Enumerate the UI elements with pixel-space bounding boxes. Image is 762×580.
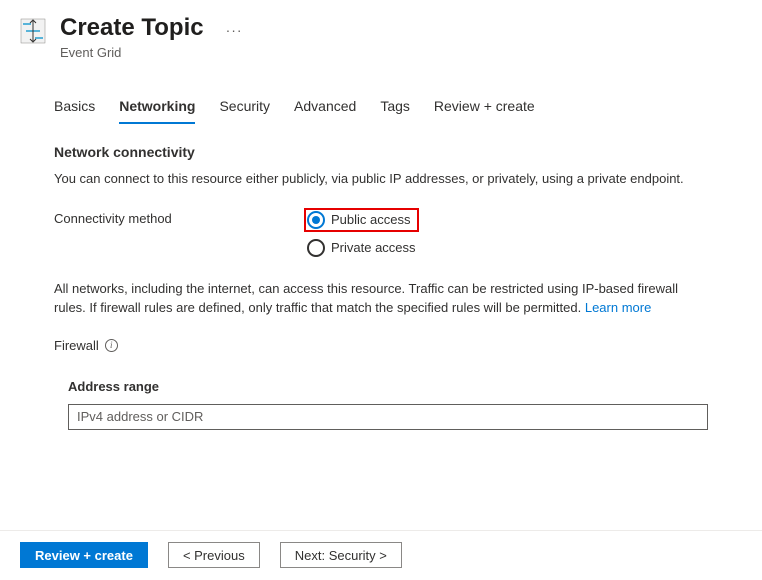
section-title: Network connectivity	[54, 144, 708, 160]
page-title: Create Topic	[60, 14, 204, 43]
tab-networking[interactable]: Networking	[119, 92, 195, 124]
review-create-button[interactable]: Review + create	[20, 542, 148, 568]
radio-private-access[interactable]: Private access	[304, 238, 419, 258]
tab-review[interactable]: Review + create	[434, 92, 535, 124]
connectivity-method-label: Connectivity method	[54, 208, 304, 226]
address-range-label: Address range	[68, 379, 708, 394]
radio-icon	[307, 211, 325, 229]
footer: Review + create < Previous Next: Securit…	[0, 530, 762, 568]
firewall-label: Firewall	[54, 338, 99, 353]
radio-label: Public access	[331, 212, 410, 227]
radio-label: Private access	[331, 240, 416, 255]
help-text: All networks, including the internet, ca…	[54, 280, 708, 318]
event-grid-icon	[20, 18, 46, 44]
next-button[interactable]: Next: Security >	[280, 542, 402, 568]
more-actions-button[interactable]: ···	[226, 22, 243, 38]
page-subtitle: Event Grid	[60, 45, 204, 60]
tab-bar: Basics Networking Security Advanced Tags…	[54, 92, 708, 124]
tab-advanced[interactable]: Advanced	[294, 92, 356, 124]
section-description: You can connect to this resource either …	[54, 170, 708, 188]
address-range-input[interactable]	[68, 404, 708, 430]
previous-button[interactable]: < Previous	[168, 542, 260, 568]
info-icon[interactable]: i	[105, 339, 118, 352]
connectivity-radio-group: Public access Private access	[304, 208, 419, 258]
learn-more-link[interactable]: Learn more	[585, 300, 651, 315]
tab-security[interactable]: Security	[219, 92, 270, 124]
tab-tags[interactable]: Tags	[380, 92, 410, 124]
page-header: Create Topic Event Grid ···	[0, 0, 762, 60]
tab-basics[interactable]: Basics	[54, 92, 95, 124]
radio-icon	[307, 239, 325, 257]
radio-public-access[interactable]: Public access	[304, 208, 419, 232]
